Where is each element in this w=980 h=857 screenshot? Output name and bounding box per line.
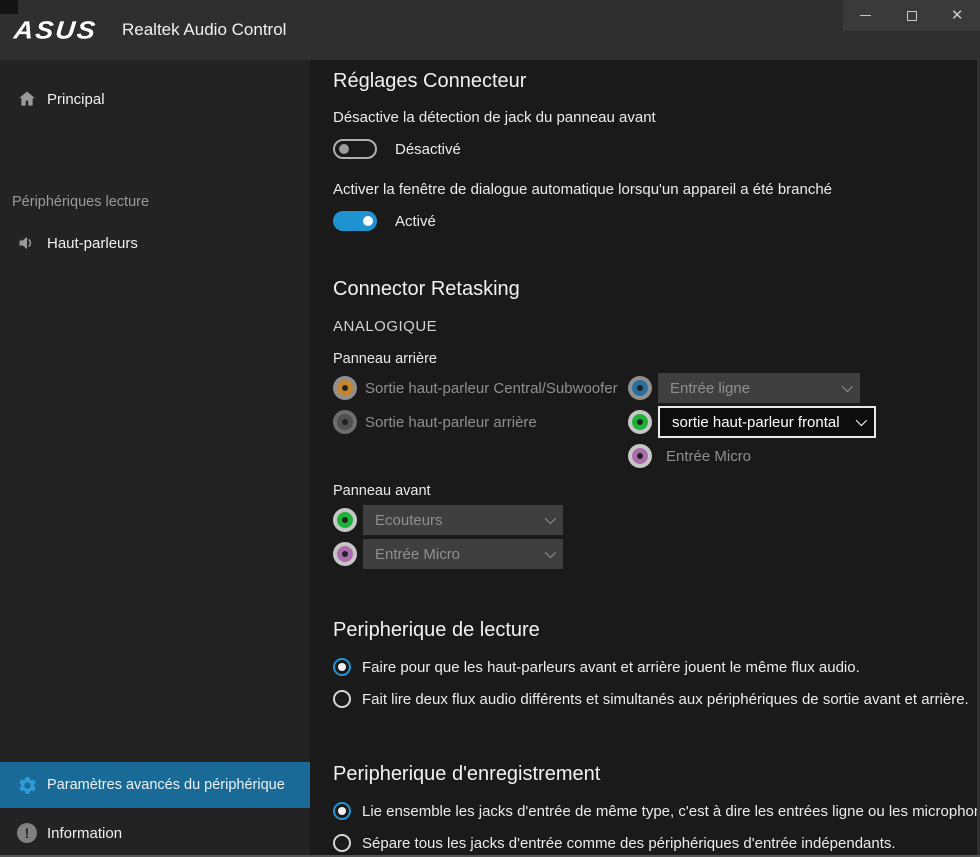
section-title-connector-settings: Réglages Connecteur bbox=[333, 66, 980, 96]
radio-two-streams[interactable] bbox=[333, 690, 351, 708]
section-title-connector-retasking: Connector Retasking bbox=[333, 274, 980, 304]
orange-jack-icon bbox=[333, 376, 357, 400]
recording-option-row: Sépare tous les jacks d'entrée comme des… bbox=[333, 833, 980, 853]
rear-jack-row: sortie haut-parleur frontal bbox=[628, 405, 980, 439]
window-controls: ✕ bbox=[843, 0, 980, 31]
pink-jack-icon bbox=[333, 542, 357, 566]
realtek-audio-control-window: ASUS Realtek Audio Control ✕ Principal P… bbox=[0, 0, 980, 857]
playback-option-row: Fait lire deux flux audio différents et … bbox=[333, 689, 980, 709]
minimize-icon bbox=[860, 15, 871, 16]
toggle-label-front-jack-detection: Désactive la détection de jack du pannea… bbox=[333, 108, 980, 128]
sidebar-item-label: Principal bbox=[47, 91, 105, 108]
close-icon: ✕ bbox=[951, 8, 964, 23]
gray-jack-icon bbox=[333, 410, 357, 434]
radio-label: Faire pour que les haut-parleurs avant e… bbox=[362, 659, 860, 676]
section-title-playback-device: Peripherique de lecture bbox=[333, 615, 980, 645]
mic-in-label: Entrée Micro bbox=[666, 448, 751, 465]
radio-label: Fait lire deux flux audio différents et … bbox=[362, 691, 969, 708]
sidebar-item-advanced-device-settings[interactable]: Paramètres avancés du périphérique bbox=[0, 762, 310, 808]
rear-jack-row: Sortie haut-parleur Central/Subwoofer bbox=[333, 371, 628, 405]
rear-jack-row: Entrée Micro bbox=[628, 439, 980, 473]
chevron-down-icon bbox=[842, 381, 853, 392]
main-content: Réglages Connecteur Désactive la détecti… bbox=[310, 60, 980, 857]
sidebar-item-information[interactable]: ! Information bbox=[0, 810, 310, 856]
sidebar-item-principal[interactable]: Principal bbox=[0, 76, 310, 122]
toggle-row: Activé bbox=[333, 210, 980, 232]
toggle-state-label: Désactivé bbox=[395, 141, 461, 158]
line-in-dropdown: Entrée ligne bbox=[658, 373, 860, 403]
sidebar-item-label: Paramètres avancés du périphérique bbox=[47, 777, 285, 793]
front-speaker-out-dropdown[interactable]: sortie haut-parleur frontal bbox=[658, 406, 876, 438]
sidebar-item-label: Information bbox=[47, 825, 122, 842]
section-title-recording-device: Peripherique d'enregistrement bbox=[333, 759, 980, 789]
chevron-down-icon bbox=[545, 513, 556, 524]
toggle-state-label: Activé bbox=[395, 213, 436, 230]
headphones-dropdown: Ecouteurs bbox=[363, 505, 563, 535]
gear-icon bbox=[16, 774, 38, 796]
home-icon bbox=[16, 88, 38, 110]
front-panel-label: Panneau avant bbox=[333, 483, 980, 499]
subsection-analog: ANALOGIQUE bbox=[333, 318, 980, 335]
front-panel-jack-grid: Ecouteurs Entrée Micro bbox=[333, 503, 980, 571]
auto-popup-dialog-toggle[interactable] bbox=[333, 211, 377, 231]
title-bar: ASUS Realtek Audio Control ✕ bbox=[0, 0, 980, 60]
toggle-row: Désactivé bbox=[333, 138, 980, 160]
chevron-down-icon bbox=[545, 547, 556, 558]
front-jack-row: Entrée Micro bbox=[333, 537, 980, 571]
rear-jack-row-empty bbox=[333, 439, 628, 473]
rear-panel-jack-grid: Sortie haut-parleur Central/Subwoofer En… bbox=[333, 371, 980, 473]
rear-jack-row: Entrée ligne bbox=[628, 371, 980, 405]
sidebar-item-label: Haut-parleurs bbox=[47, 235, 138, 252]
radio-label: Sépare tous les jacks d'entrée comme des… bbox=[362, 835, 896, 852]
rear-panel-label: Panneau arrière bbox=[333, 351, 980, 367]
radio-same-stream[interactable] bbox=[333, 658, 351, 676]
jack-label: Sortie haut-parleur arrière bbox=[365, 414, 537, 431]
maximize-button[interactable] bbox=[889, 0, 935, 31]
toggle-label-auto-popup-dialog: Activer la fenêtre de dialogue automatiq… bbox=[333, 180, 980, 200]
speaker-icon bbox=[16, 232, 38, 254]
recording-option-row: Lie ensemble les jacks d'entrée de même … bbox=[333, 801, 980, 821]
window-corner-notch bbox=[0, 0, 18, 14]
asus-logo: ASUS bbox=[14, 14, 106, 46]
sidebar: Principal Périphériques lecture Haut-par… bbox=[0, 60, 310, 857]
asus-logo-text: ASUS bbox=[13, 16, 99, 45]
sidebar-section-playback-devices: Périphériques lecture bbox=[12, 194, 149, 210]
green-jack-icon bbox=[628, 410, 652, 434]
front-jack-row: Ecouteurs bbox=[333, 503, 980, 537]
green-jack-icon bbox=[333, 508, 357, 532]
pink-jack-icon bbox=[628, 444, 652, 468]
info-icon: ! bbox=[16, 822, 38, 844]
radio-label: Lie ensemble les jacks d'entrée de même … bbox=[362, 803, 980, 820]
sidebar-item-speakers[interactable]: Haut-parleurs bbox=[0, 220, 310, 266]
front-jack-detection-toggle[interactable] bbox=[333, 139, 377, 159]
playback-option-row: Faire pour que les haut-parleurs avant e… bbox=[333, 657, 980, 677]
window-title: Realtek Audio Control bbox=[122, 0, 286, 60]
radio-tie-jacks[interactable] bbox=[333, 802, 351, 820]
jack-label: Sortie haut-parleur Central/Subwoofer bbox=[365, 380, 618, 397]
close-button[interactable]: ✕ bbox=[934, 0, 980, 31]
radio-separate-jacks[interactable] bbox=[333, 834, 351, 852]
maximize-icon bbox=[907, 11, 917, 21]
minimize-button[interactable] bbox=[843, 0, 889, 31]
front-mic-dropdown: Entrée Micro bbox=[363, 539, 563, 569]
rear-jack-row: Sortie haut-parleur arrière bbox=[333, 405, 628, 439]
blue-jack-icon bbox=[628, 376, 652, 400]
chevron-down-icon bbox=[856, 415, 867, 426]
